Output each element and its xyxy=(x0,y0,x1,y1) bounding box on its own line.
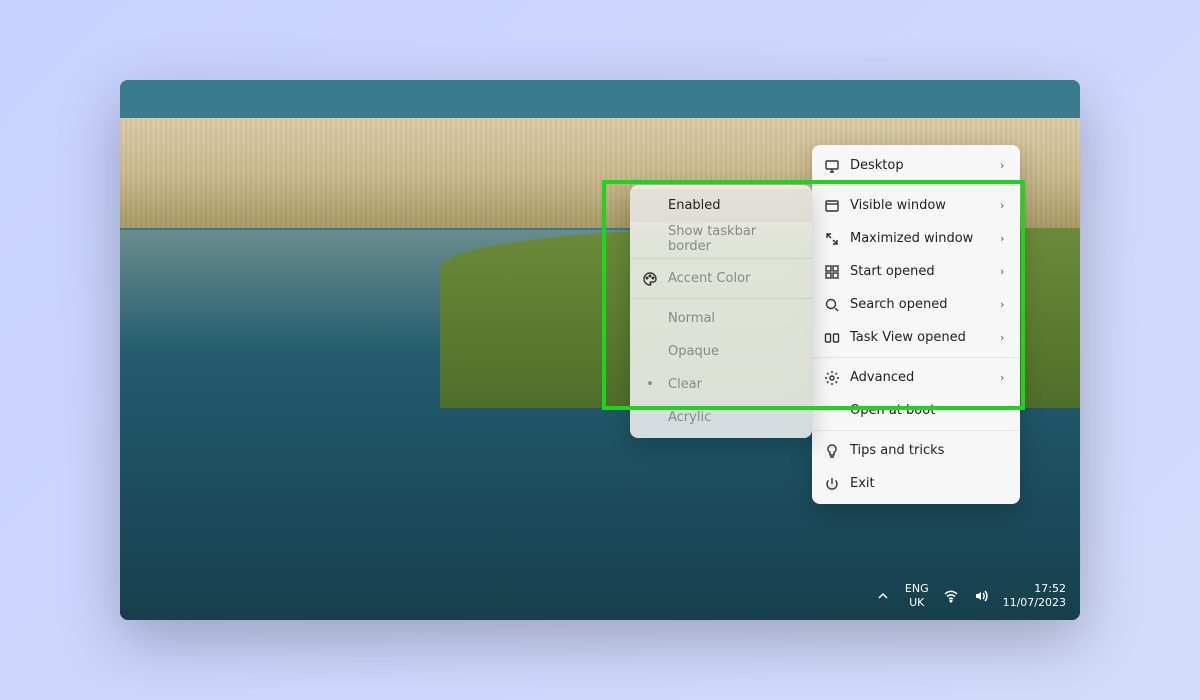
clock[interactable]: 17:52 11/07/2023 xyxy=(1003,582,1066,610)
blank-icon xyxy=(642,311,658,327)
chevron-right-icon: › xyxy=(1000,265,1010,278)
date-text: 11/07/2023 xyxy=(1003,596,1066,610)
blank-icon: • xyxy=(642,377,658,393)
menu-item-search-opened[interactable]: Search opened › xyxy=(812,288,1020,321)
menu-item-label: Visible window xyxy=(850,198,990,213)
menu-item-label: Desktop xyxy=(850,158,990,173)
submenu-item-label: Accent Color xyxy=(668,271,802,286)
submenu-item-normal[interactable]: Normal xyxy=(630,302,812,335)
submenu-item-show-taskbar-border[interactable]: Show taskbar border xyxy=(630,222,812,255)
desktop-frame: Desktop › Visible window › Maximized window ›… xyxy=(120,80,1080,620)
menu-item-desktop[interactable]: Desktop › xyxy=(812,149,1020,182)
menu-item-visible-window[interactable]: Visible window › xyxy=(812,189,1020,222)
start-icon xyxy=(824,264,840,280)
menu-item-label: Maximized window xyxy=(850,231,990,246)
submenu-item-enabled[interactable]: Enabled xyxy=(630,189,812,222)
menu-item-start-opened[interactable]: Start opened › xyxy=(812,255,1020,288)
menu-item-label: Advanced xyxy=(850,370,990,385)
menu-item-label: Tips and tricks xyxy=(850,443,1010,458)
tray-chevron-icon[interactable] xyxy=(875,588,891,604)
submenu-item-label: Clear xyxy=(668,377,802,392)
menu-item-tips-and-tricks[interactable]: Tips and tricks xyxy=(812,434,1020,467)
menu-item-label: Search opened xyxy=(850,297,990,312)
blank-icon xyxy=(824,403,840,419)
chevron-right-icon: › xyxy=(1000,232,1010,245)
submenu-item-label: Enabled xyxy=(668,198,802,213)
chevron-right-icon: › xyxy=(1000,371,1010,384)
taskview-icon xyxy=(824,330,840,346)
lang-bottom: UK xyxy=(905,596,929,610)
palette-icon xyxy=(642,271,658,287)
chevron-right-icon: › xyxy=(1000,331,1010,344)
context-menu-sub[interactable]: Enabled Show taskbar border Accent Color No… xyxy=(630,185,812,438)
submenu-item-acrylic[interactable]: Acrylic xyxy=(630,401,812,434)
submenu-item-label: Show taskbar border xyxy=(668,224,802,254)
submenu-item-clear[interactable]: • Clear xyxy=(630,368,812,401)
lang-top: ENG xyxy=(905,582,929,596)
desktop-icon xyxy=(824,158,840,174)
power-icon xyxy=(824,476,840,492)
blank-icon xyxy=(642,231,658,247)
language-indicator[interactable]: ENG UK xyxy=(905,582,929,610)
blank-icon xyxy=(642,198,658,214)
blank-icon xyxy=(642,344,658,360)
chevron-right-icon: › xyxy=(1000,159,1010,172)
chevron-right-icon: › xyxy=(1000,199,1010,212)
menu-item-advanced[interactable]: Advanced › xyxy=(812,361,1020,394)
context-menu-main[interactable]: Desktop › Visible window › Maximized window ›… xyxy=(812,145,1020,504)
search-icon xyxy=(824,297,840,313)
submenu-item-opaque[interactable]: Opaque xyxy=(630,335,812,368)
taskbar[interactable]: ENG UK 17:52 11/07/2023 xyxy=(120,572,1080,620)
submenu-item-label: Normal xyxy=(668,311,802,326)
volume-icon[interactable] xyxy=(973,588,989,604)
submenu-item-accent-color[interactable]: Accent Color xyxy=(630,262,812,295)
menu-item-task-view-opened[interactable]: Task View opened › xyxy=(812,321,1020,354)
menu-item-label: Start opened xyxy=(850,264,990,279)
bulb-icon xyxy=(824,443,840,459)
menu-item-open-at-boot[interactable]: Open at boot xyxy=(812,394,1020,427)
menu-item-label: Open at boot xyxy=(850,403,1010,418)
menu-item-exit[interactable]: Exit xyxy=(812,467,1020,500)
gear-icon xyxy=(824,370,840,386)
chevron-right-icon: › xyxy=(1000,298,1010,311)
submenu-item-label: Acrylic xyxy=(668,410,802,425)
submenu-item-label: Opaque xyxy=(668,344,802,359)
wifi-icon[interactable] xyxy=(943,588,959,604)
maximize-icon xyxy=(824,231,840,247)
blank-icon xyxy=(642,410,658,426)
time-text: 17:52 xyxy=(1003,582,1066,596)
menu-item-maximized-window[interactable]: Maximized window › xyxy=(812,222,1020,255)
window-icon xyxy=(824,198,840,214)
menu-item-label: Task View opened xyxy=(850,330,990,345)
menu-item-label: Exit xyxy=(850,476,1010,491)
